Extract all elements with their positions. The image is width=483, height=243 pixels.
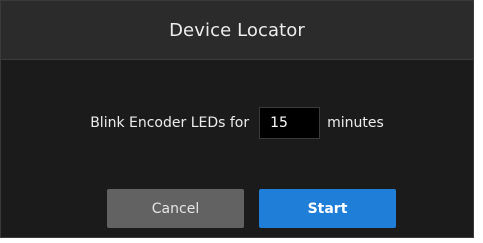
blink-label: Blink Encoder LEDs for	[90, 115, 250, 131]
blink-duration-row: Blink Encoder LEDs for minutes	[1, 107, 473, 139]
device-locator-dialog: Device Locator Blink Encoder LEDs for mi…	[0, 0, 474, 238]
dialog-header: Device Locator	[1, 1, 473, 60]
start-button[interactable]: Start	[259, 189, 396, 228]
minutes-input[interactable]	[259, 107, 321, 139]
minutes-unit-label: minutes	[327, 115, 384, 131]
cancel-button[interactable]: Cancel	[107, 189, 244, 228]
dialog-title: Device Locator	[169, 19, 305, 41]
